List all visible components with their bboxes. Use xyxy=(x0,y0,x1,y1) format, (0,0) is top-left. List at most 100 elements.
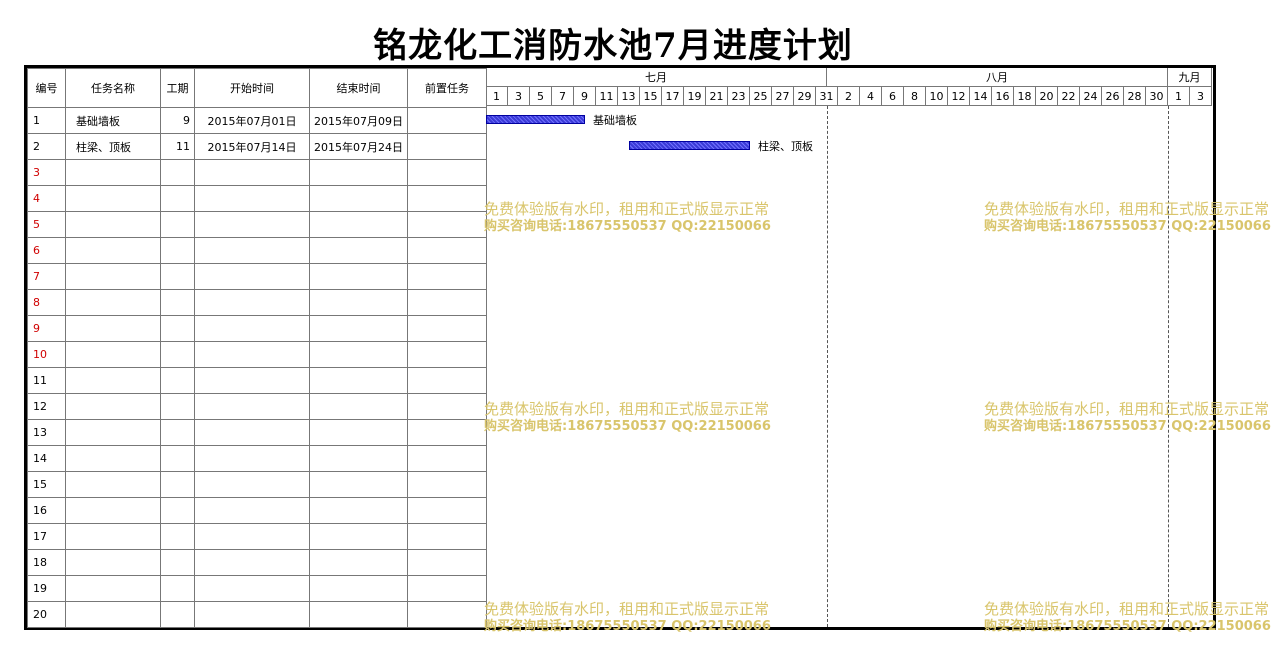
table-row[interactable]: 15 xyxy=(27,471,487,498)
start-date-cell[interactable] xyxy=(194,523,310,550)
table-row[interactable]: 16 xyxy=(27,497,487,524)
end-date-cell[interactable] xyxy=(309,341,408,368)
duration-cell[interactable] xyxy=(160,185,195,212)
duration-cell[interactable]: 11 xyxy=(160,133,195,160)
duration-cell[interactable] xyxy=(160,237,195,264)
task-name-cell[interactable] xyxy=(65,601,161,628)
task-name-cell[interactable] xyxy=(65,523,161,550)
start-date-cell[interactable] xyxy=(194,549,310,576)
end-date-cell[interactable] xyxy=(309,523,408,550)
start-date-cell[interactable] xyxy=(194,419,310,446)
duration-cell[interactable] xyxy=(160,471,195,498)
table-row[interactable]: 18 xyxy=(27,549,487,576)
row-id-cell[interactable]: 7 xyxy=(27,263,66,290)
end-date-cell[interactable] xyxy=(309,289,408,316)
table-row[interactable]: 3 xyxy=(27,159,487,186)
table-row[interactable]: 13 xyxy=(27,419,487,446)
start-date-cell[interactable] xyxy=(194,341,310,368)
start-date-cell[interactable] xyxy=(194,185,310,212)
end-date-cell[interactable] xyxy=(309,315,408,342)
predecessor-cell[interactable] xyxy=(407,315,487,342)
end-date-cell[interactable] xyxy=(309,471,408,498)
duration-cell[interactable] xyxy=(160,159,195,186)
duration-cell[interactable] xyxy=(160,315,195,342)
end-date-cell[interactable] xyxy=(309,601,408,628)
task-name-cell[interactable] xyxy=(65,367,161,394)
table-row[interactable]: 11 xyxy=(27,367,487,394)
end-date-cell[interactable] xyxy=(309,211,408,238)
start-date-cell[interactable] xyxy=(194,315,310,342)
col-header-predecessor[interactable]: 前置任务 xyxy=(407,68,487,108)
table-row[interactable]: 17 xyxy=(27,523,487,550)
row-id-cell[interactable]: 10 xyxy=(27,341,66,368)
task-name-cell[interactable] xyxy=(65,289,161,316)
predecessor-cell[interactable] xyxy=(407,575,487,602)
task-name-cell[interactable] xyxy=(65,549,161,576)
start-date-cell[interactable] xyxy=(194,159,310,186)
col-header-start[interactable]: 开始时间 xyxy=(194,68,310,108)
task-bar[interactable] xyxy=(629,141,750,150)
end-date-cell[interactable] xyxy=(309,419,408,446)
table-row[interactable]: 12 xyxy=(27,393,487,420)
predecessor-cell[interactable] xyxy=(407,419,487,446)
col-header-id[interactable]: 编号 xyxy=(27,68,66,108)
end-date-cell[interactable]: 2015年07月24日 xyxy=(309,133,408,160)
end-date-cell[interactable] xyxy=(309,393,408,420)
row-id-cell[interactable]: 16 xyxy=(27,497,66,524)
start-date-cell[interactable] xyxy=(194,211,310,238)
end-date-cell[interactable]: 2015年07月09日 xyxy=(309,107,408,134)
duration-cell[interactable] xyxy=(160,211,195,238)
task-name-cell[interactable] xyxy=(65,341,161,368)
end-date-cell[interactable] xyxy=(309,367,408,394)
row-id-cell[interactable]: 14 xyxy=(27,445,66,472)
end-date-cell[interactable] xyxy=(309,185,408,212)
end-date-cell[interactable] xyxy=(309,263,408,290)
row-id-cell[interactable]: 12 xyxy=(27,393,66,420)
predecessor-cell[interactable] xyxy=(407,107,487,134)
predecessor-cell[interactable] xyxy=(407,367,487,394)
duration-cell[interactable] xyxy=(160,575,195,602)
start-date-cell[interactable] xyxy=(194,289,310,316)
row-id-cell[interactable]: 3 xyxy=(27,159,66,186)
row-id-cell[interactable]: 9 xyxy=(27,315,66,342)
duration-cell[interactable] xyxy=(160,549,195,576)
duration-cell[interactable] xyxy=(160,445,195,472)
row-id-cell[interactable]: 13 xyxy=(27,419,66,446)
task-name-cell[interactable] xyxy=(65,445,161,472)
task-name-cell[interactable] xyxy=(65,159,161,186)
duration-cell[interactable]: 9 xyxy=(160,107,195,134)
end-date-cell[interactable] xyxy=(309,445,408,472)
task-name-cell[interactable] xyxy=(65,211,161,238)
task-name-cell[interactable] xyxy=(65,419,161,446)
predecessor-cell[interactable] xyxy=(407,133,487,160)
table-row[interactable]: 4 xyxy=(27,185,487,212)
predecessor-cell[interactable] xyxy=(407,393,487,420)
predecessor-cell[interactable] xyxy=(407,185,487,212)
task-name-cell[interactable]: 柱梁、顶板 xyxy=(65,133,161,160)
start-date-cell[interactable] xyxy=(194,575,310,602)
row-id-cell[interactable]: 2 xyxy=(27,133,66,160)
predecessor-cell[interactable] xyxy=(407,549,487,576)
row-id-cell[interactable]: 11 xyxy=(27,367,66,394)
end-date-cell[interactable] xyxy=(309,159,408,186)
table-row[interactable]: 20 xyxy=(27,601,487,628)
start-date-cell[interactable] xyxy=(194,445,310,472)
predecessor-cell[interactable] xyxy=(407,159,487,186)
duration-cell[interactable] xyxy=(160,263,195,290)
table-row[interactable]: 2 柱梁、顶板 11 2015年07月14日 2015年07月24日 xyxy=(27,133,487,160)
duration-cell[interactable] xyxy=(160,497,195,524)
row-id-cell[interactable]: 4 xyxy=(27,185,66,212)
duration-cell[interactable] xyxy=(160,601,195,628)
task-name-cell[interactable] xyxy=(65,575,161,602)
table-row[interactable]: 6 xyxy=(27,237,487,264)
start-date-cell[interactable]: 2015年07月01日 xyxy=(194,107,310,134)
task-name-cell[interactable]: 基础墙板 xyxy=(65,107,161,134)
row-id-cell[interactable]: 1 xyxy=(27,107,66,134)
table-row[interactable]: 1 基础墙板 9 2015年07月01日 2015年07月09日 xyxy=(27,107,487,134)
start-date-cell[interactable] xyxy=(194,471,310,498)
task-name-cell[interactable] xyxy=(65,393,161,420)
task-name-cell[interactable] xyxy=(65,185,161,212)
start-date-cell[interactable] xyxy=(194,367,310,394)
start-date-cell[interactable] xyxy=(194,237,310,264)
end-date-cell[interactable] xyxy=(309,237,408,264)
